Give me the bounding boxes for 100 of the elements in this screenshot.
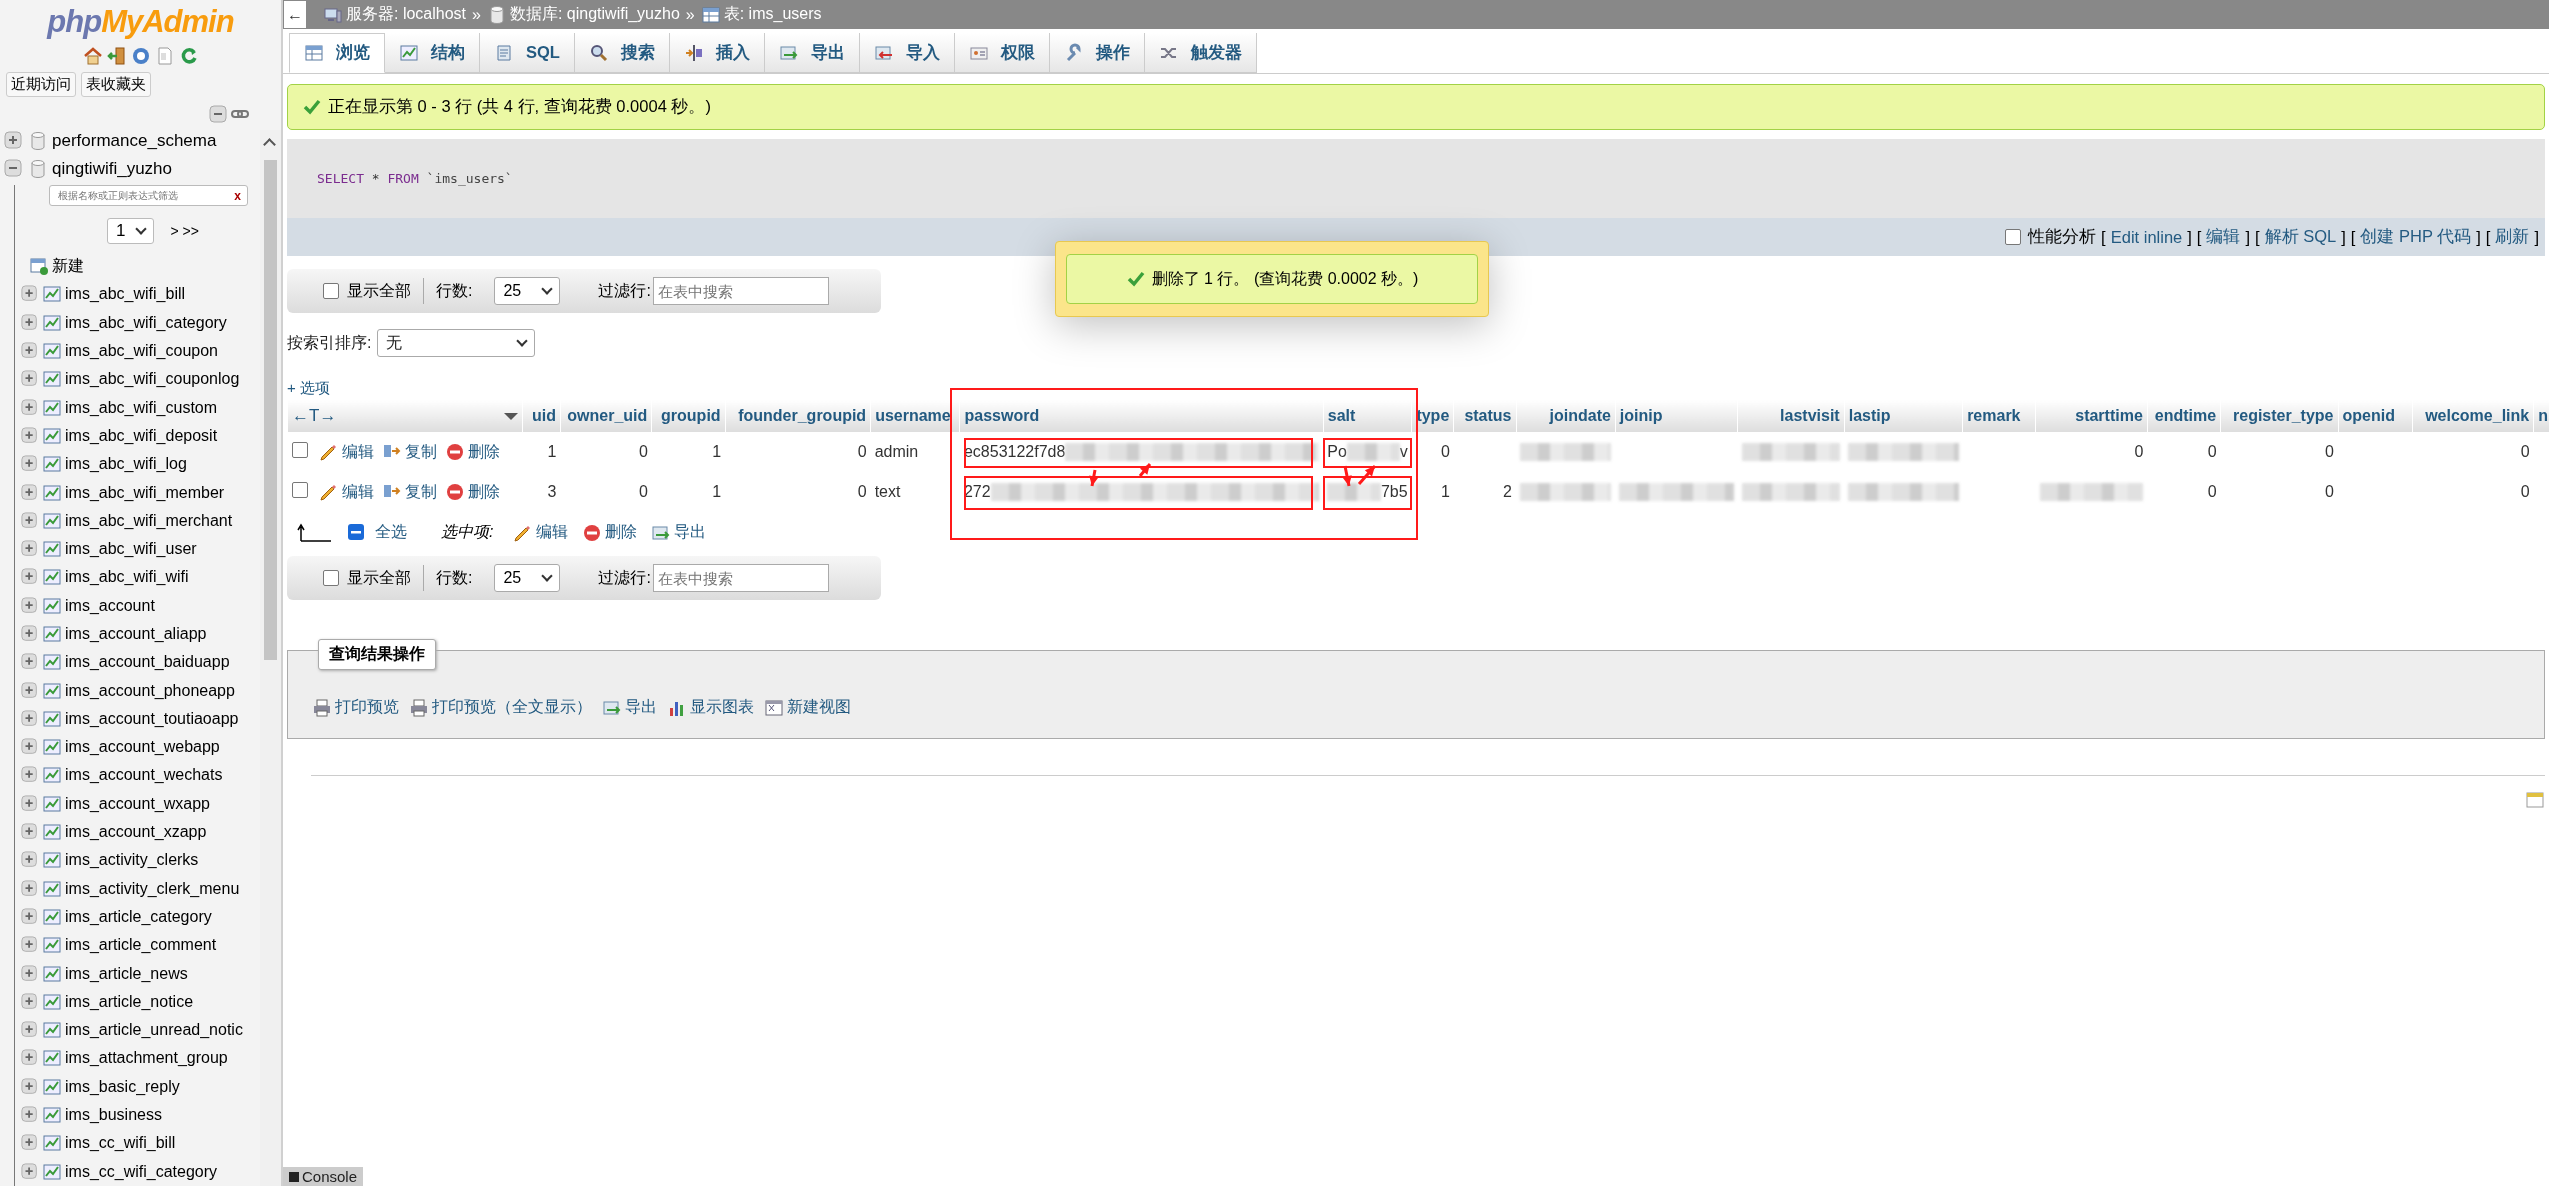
table-item[interactable]: ims_article_news [65, 964, 188, 983]
tab[interactable]: 结构 [385, 33, 480, 73]
tab[interactable]: 导出 [764, 33, 860, 73]
sidebar-tab-button[interactable]: 近期访问 [6, 72, 76, 97]
column-header[interactable]: salt [1327, 407, 1356, 424]
table-item[interactable]: ims_business [65, 1106, 162, 1125]
column-arrows[interactable]: ←T→ [292, 406, 337, 426]
table-item[interactable]: ims_account_toutiaoapp [65, 709, 239, 728]
tab[interactable]: 权限 [954, 33, 1050, 73]
row-action-link[interactable]: 删除 [467, 441, 500, 463]
checkbox[interactable] [323, 570, 339, 586]
query-link[interactable]: 创建 PHP 代码 [2360, 226, 2472, 248]
table-item[interactable]: ims_abc_wifi_deposit [65, 426, 218, 445]
structure-icon [42, 935, 62, 956]
search-icon [588, 42, 609, 63]
query-link[interactable]: 编辑 [2206, 226, 2241, 248]
query-link[interactable]: 解析 SQL [2264, 226, 2337, 248]
expand-icon [21, 370, 39, 389]
row-action-link[interactable]: 复制 [404, 481, 437, 503]
table-item[interactable]: ims_activity_clerks [65, 851, 199, 870]
table-item[interactable]: ims_abc_wifi_wifi [65, 568, 189, 587]
table-item[interactable]: ims_abc_wifi_merchant [65, 511, 233, 530]
table-item[interactable]: ims_account_wechats [65, 766, 223, 785]
checkbox[interactable] [291, 442, 308, 458]
operation-link[interactable]: 打印预览 [335, 697, 399, 718]
table-item[interactable]: ims_abc_wifi_custom [65, 398, 218, 417]
table-item[interactable]: ims_cc_wifi_bill [65, 1134, 176, 1153]
next-page-link[interactable]: > >> [170, 223, 199, 239]
bulk-action-link[interactable]: 删除 [605, 522, 638, 543]
column-header[interactable]: password [964, 407, 1040, 424]
filter-field[interactable]: 根据名称或正则表达式筛选 x [49, 185, 248, 206]
database-item[interactable]: performance_schema [52, 131, 217, 151]
table-item[interactable]: ims_account_phoneapp [65, 681, 235, 700]
tab[interactable]: 搜索 [574, 33, 670, 73]
table-item[interactable]: ims_article_notice [65, 992, 194, 1011]
row-action-link[interactable]: 复制 [404, 441, 437, 463]
table-cell: Po [1327, 443, 1347, 461]
table-item[interactable]: ims_abc_wifi_category [65, 313, 227, 332]
filter-field[interactable]: 在表中搜索 [652, 277, 829, 305]
options-link[interactable]: + 选项 [287, 379, 330, 398]
row-action-link[interactable]: 编辑 [341, 481, 374, 503]
rows-select[interactable]: 25 [494, 277, 561, 305]
table-item[interactable]: ims_abc_wifi_user [65, 540, 197, 559]
column-header[interactable]: lastip [1848, 407, 1891, 424]
operation-link[interactable]: 显示图表 [690, 697, 754, 718]
back-button[interactable]: ← [284, 1, 306, 28]
page-select[interactable]: 1 [107, 218, 155, 244]
table-item[interactable]: ims_article_comment [65, 936, 217, 955]
tab[interactable]: 插入 [669, 33, 765, 73]
operation-link[interactable]: 新建视图 [787, 697, 851, 718]
checkbox[interactable] [323, 283, 339, 299]
column-header[interactable]: joinip [1619, 407, 1663, 424]
table-item[interactable]: ims_account_wxapp [65, 794, 210, 813]
table-cell: 0 [2207, 443, 2217, 461]
sidebar-tab-button[interactable]: 表收藏夹 [81, 72, 151, 97]
sort-select[interactable]: 无 [377, 329, 536, 357]
table-item[interactable]: ims_abc_wifi_couponlog [65, 370, 240, 389]
tab[interactable]: 浏览 [289, 33, 385, 73]
operation-link[interactable]: 导出 [625, 697, 657, 718]
checkbox[interactable] [2005, 229, 2022, 245]
row-action-link[interactable]: 编辑 [341, 441, 374, 463]
table-item[interactable]: ims_activity_clerk_menu [65, 879, 240, 898]
breadcrumb-link[interactable]: 表: ims_users [723, 4, 822, 25]
table-item[interactable]: ims_article_unread_notic [65, 1021, 243, 1040]
table-item[interactable]: ims_abc_wifi_coupon [65, 342, 218, 361]
row-action-link[interactable]: 删除 [467, 481, 500, 503]
table-item[interactable]: ims_account_aliapp [65, 625, 207, 643]
tab[interactable]: 操作 [1049, 33, 1145, 73]
table-item[interactable]: ims_basic_reply [65, 1077, 180, 1096]
breadcrumb-link[interactable]: 服务器: localhost [346, 4, 467, 25]
tab[interactable]: 触发器 [1144, 33, 1257, 73]
checkbox[interactable] [291, 482, 308, 498]
query-link[interactable]: Edit inline [2110, 227, 2183, 247]
clear-button[interactable]: x [234, 188, 241, 203]
table-item[interactable]: ims_attachment_group [65, 1049, 228, 1068]
table-item[interactable]: ims_article_category [65, 907, 212, 926]
table-item[interactable]: ims_account_xzapp [65, 823, 207, 842]
table-cell: 1 [547, 443, 557, 461]
table-item[interactable]: ims_account [65, 596, 155, 615]
database-item[interactable]: qingtiwifi_yuzho [52, 159, 172, 179]
expand-icon [21, 342, 39, 361]
tab[interactable]: 导入 [859, 33, 955, 73]
breadcrumb-link[interactable]: 数据库: qingtiwifi_yuzho [509, 4, 680, 25]
bulk-action-link[interactable]: 编辑 [536, 522, 569, 543]
new-table-link[interactable]: 新建 [52, 255, 84, 277]
table-item[interactable]: ims_cc_wifi_category [65, 1162, 218, 1181]
table-item[interactable]: ims_abc_wifi_member [65, 483, 225, 502]
console-tab[interactable]: Console [283, 1167, 364, 1186]
rows-select[interactable]: 25 [494, 564, 561, 592]
table-item[interactable]: ims_account_webapp [65, 738, 220, 757]
filter-field[interactable]: 在表中搜索 [652, 564, 829, 592]
tab[interactable]: SQL [480, 33, 575, 73]
table-item[interactable]: ims_account_baiduapp [65, 653, 230, 672]
table-item[interactable]: ims_abc_wifi_log [65, 455, 187, 474]
logo[interactable]: phpMyAdmin [0, 0, 281, 40]
query-link[interactable]: 刷新 [2495, 226, 2530, 248]
operation-link[interactable]: 打印预览（全文显示） [432, 697, 592, 718]
table-item[interactable]: ims_abc_wifi_bill [65, 285, 186, 304]
bulk-action-link[interactable]: 导出 [674, 522, 707, 543]
select-all-link[interactable]: 全选 [375, 522, 407, 543]
